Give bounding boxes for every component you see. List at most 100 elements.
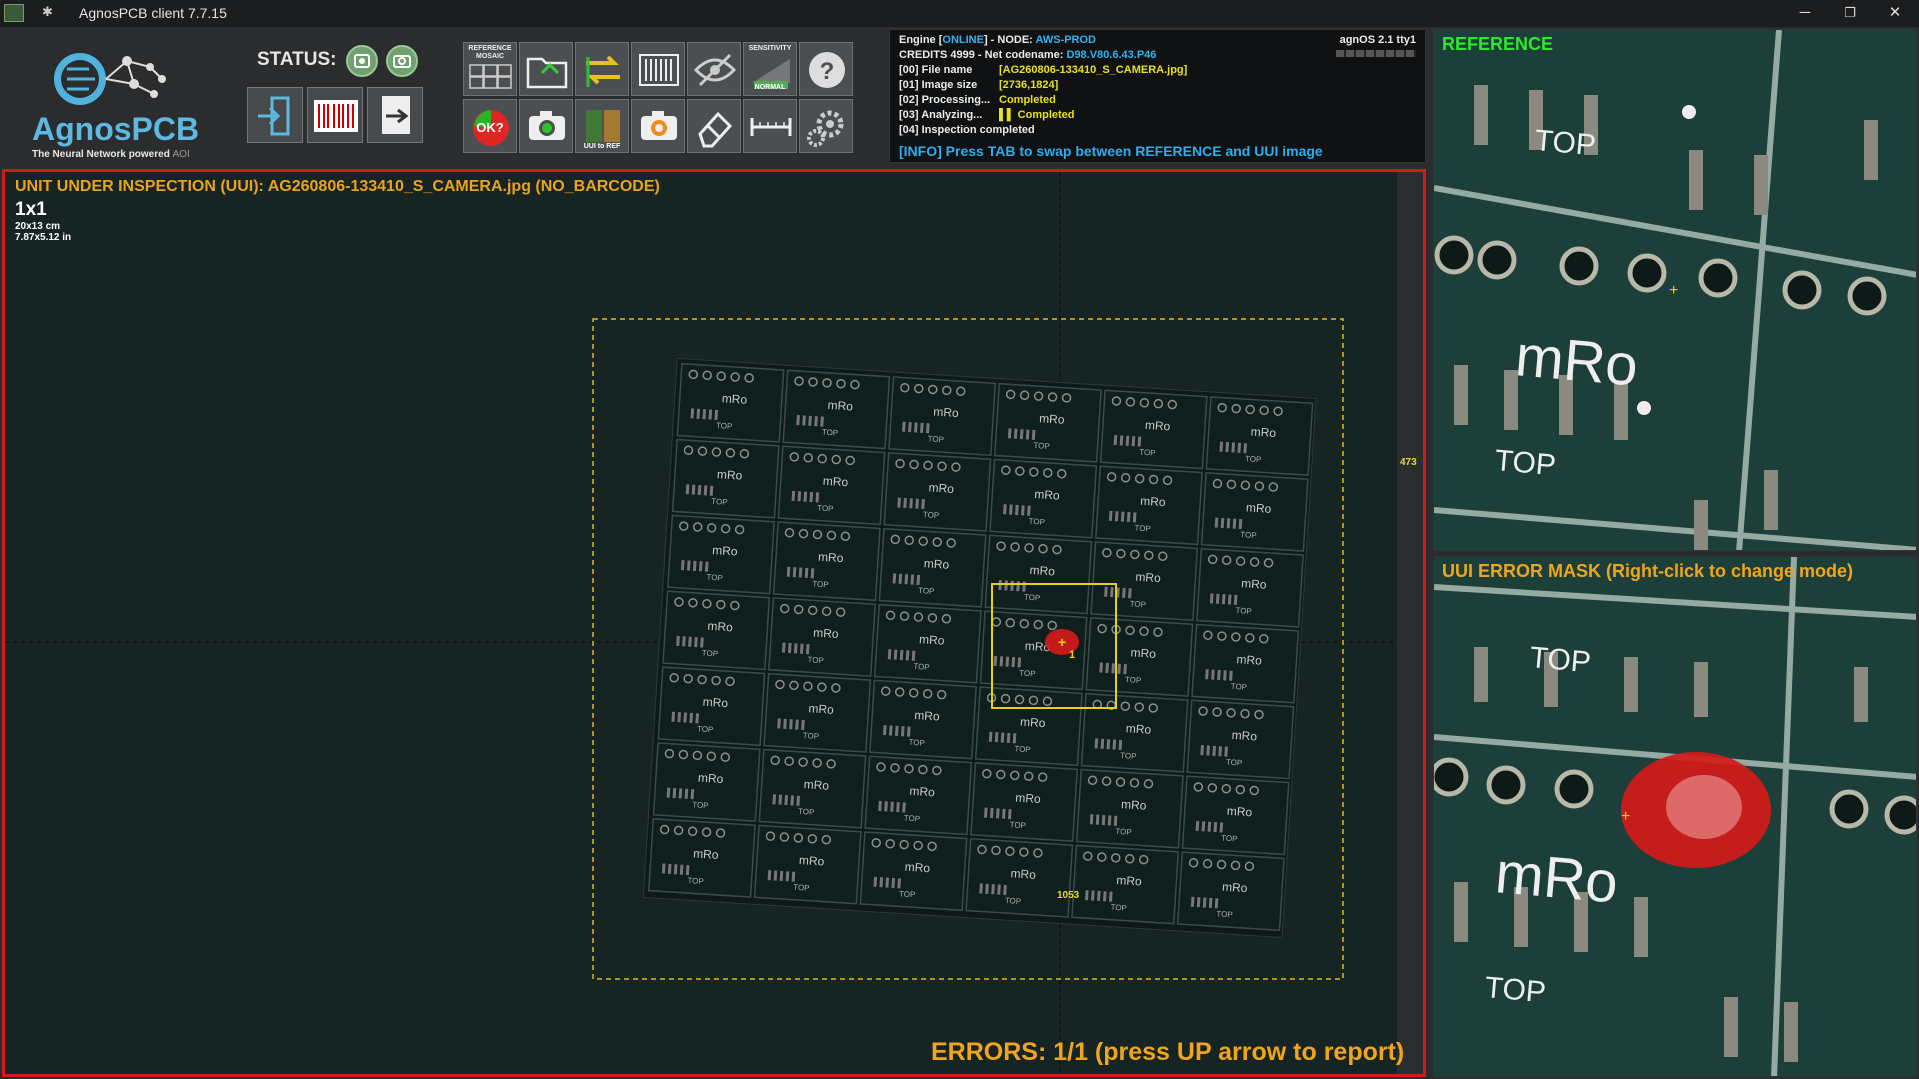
svg-text:TOP: TOP — [687, 876, 704, 886]
sensitivity-button[interactable]: SENSITIVITY NORMAL — [743, 42, 797, 96]
error-marker-icon[interactable]: + — [1058, 634, 1066, 650]
svg-text:TOP: TOP — [803, 731, 820, 741]
engine-info-panel: Engine [ONLINE] - NODE: AWS-PROD CREDITS… — [889, 29, 1426, 163]
pin-icon[interactable]: ✱ — [42, 4, 53, 20]
svg-text:TOP: TOP — [1216, 909, 1233, 919]
camera-capture-button[interactable] — [519, 99, 573, 153]
svg-text:TOP: TOP — [1125, 675, 1142, 685]
svg-text:?: ? — [820, 58, 835, 85]
close-button[interactable]: ✕ — [1873, 2, 1917, 24]
svg-text:mRo: mRo — [933, 405, 959, 421]
pcb-image[interactable]: mRo TOP mRo TOP mRo TOP mRo TOP mRo TOP mRo TOP mRo T… — [5, 172, 1399, 1074]
error-mask-panel[interactable]: TOP TOP mRo + UUI ERROR MASK (Right-clic… — [1433, 556, 1917, 1077]
svg-text:mRo: mRo — [1226, 804, 1252, 820]
svg-text:TOP: TOP — [904, 814, 921, 824]
svg-text:TOP: TOP — [899, 889, 916, 899]
errors-counter: ERRORS: 1/1 (press UP arrow to report) — [931, 1038, 1405, 1066]
file-name-line: [00] File name [AG260806-133410_S_CAMERA.… — [899, 64, 1188, 76]
document-exchange-button[interactable] — [367, 87, 423, 143]
coord-y-readout: 473 — [1400, 457, 1417, 468]
measure-button[interactable] — [743, 99, 797, 153]
reference-image: TOP TOP mRo + — [1434, 30, 1916, 550]
svg-text:mRo: mRo — [1116, 873, 1142, 889]
credits-line: CREDITS 4999 - Net codename: D98.V80.6.4… — [899, 49, 1157, 61]
svg-text:mRo: mRo — [712, 543, 738, 559]
svg-text:TOP: TOP — [1033, 441, 1050, 451]
title-bar: ✱ AgnosPCB client 7.7.15 ─ ❐ ✕ — [0, 0, 1919, 27]
svg-text:TOP: TOP — [697, 724, 714, 734]
svg-text:mRo: mRo — [1029, 563, 1055, 579]
svg-text:mRo: mRo — [1231, 728, 1257, 744]
swap-arrows-button[interactable] — [575, 42, 629, 96]
svg-text:TOP: TOP — [798, 807, 815, 817]
coord-x-readout: 1053 — [1057, 890, 1080, 901]
error-number: 1 — [1069, 649, 1075, 661]
svg-text:mRo: mRo — [1135, 570, 1161, 586]
help-button[interactable]: ? — [799, 42, 853, 96]
svg-text:TOP: TOP — [1028, 517, 1045, 527]
barcode-button[interactable] — [307, 87, 363, 143]
ref-silk-label: mRo — [1513, 323, 1641, 398]
svg-text:TOP: TOP — [1005, 896, 1022, 906]
svg-text:mRo: mRo — [799, 853, 825, 869]
app-icon — [4, 4, 24, 22]
svg-text:TOP: TOP — [1120, 751, 1137, 761]
processing-line: [02] Processing... Completed — [899, 94, 1056, 106]
reference-mosaic-button[interactable]: REFERENCE MOSAIC — [463, 42, 517, 96]
reference-panel[interactable]: TOP TOP mRo + REFERENCE — [1433, 29, 1917, 551]
svg-text:TOP: TOP — [817, 503, 834, 513]
svg-text:TOP: TOP — [1139, 448, 1156, 458]
mask-cursor-icon: + — [1621, 808, 1630, 825]
maximize-button[interactable]: ❐ — [1828, 2, 1872, 24]
svg-text:mRo: mRo — [1250, 425, 1276, 441]
svg-text:TOP: TOP — [1019, 668, 1036, 678]
window-title: AgnosPCB client 7.7.15 — [79, 5, 227, 21]
eraser-button[interactable] — [687, 99, 741, 153]
barcode-scan-button[interactable] — [631, 42, 685, 96]
sensitivity-level: NORMAL — [754, 84, 786, 91]
svg-text:mRo: mRo — [1236, 652, 1262, 668]
settings-gear-button[interactable] — [799, 99, 853, 153]
svg-text:mRo: mRo — [707, 619, 733, 635]
svg-text:TOP: TOP — [1235, 606, 1252, 616]
svg-text:TOP: TOP — [716, 421, 733, 431]
minimize-button[interactable]: ─ — [1783, 2, 1827, 24]
ref-top-label: TOP — [1533, 124, 1597, 162]
svg-text:TOP: TOP — [908, 738, 925, 748]
vertical-scrollbar[interactable] — [1397, 172, 1423, 1074]
open-folder-button[interactable] — [519, 42, 573, 96]
svg-text:TOP: TOP — [812, 579, 829, 589]
svg-text:TOP: TOP — [793, 883, 810, 893]
svg-text:TOP: TOP — [1226, 758, 1243, 768]
brand-tagline: The Neural Network powered AOI — [32, 149, 190, 160]
analyzing-line: [03] Analyzing... ▌▌ Completed — [899, 109, 1075, 121]
camera-settings-button[interactable] — [631, 99, 685, 153]
progress-bars — [1336, 50, 1416, 57]
svg-text:TOP: TOP — [1245, 454, 1262, 464]
svg-text:mRo: mRo — [1020, 715, 1046, 731]
svg-text:TOP: TOP — [923, 510, 940, 520]
image-size-line: [01] Image size [2736,1824] — [899, 79, 1059, 91]
logout-button[interactable] — [247, 87, 303, 143]
svg-text:TOP: TOP — [913, 662, 930, 672]
svg-text:TOP: TOP — [1014, 744, 1031, 754]
info-tip: [INFO] Press TAB to swap between REFEREN… — [899, 143, 1323, 159]
uui-to-ref-button[interactable]: UUI to REF — [575, 99, 629, 153]
engine-status: Engine [ONLINE] - NODE: AWS-PROD — [899, 34, 1096, 46]
mask-top-label-2: TOP — [1483, 971, 1547, 1009]
svg-text:mRo: mRo — [914, 708, 940, 724]
ok-label: OK? — [476, 120, 504, 135]
svg-text:TOP: TOP — [1221, 833, 1238, 843]
svg-text:TOP: TOP — [918, 586, 935, 596]
ok-check-button[interactable]: OK? — [463, 99, 517, 153]
uui-panel[interactable]: mRo TOP mRo TOP mRo TOP mRo TOP mRo TOP mRo TOP mRo T… — [2, 169, 1426, 1077]
svg-text:TOP: TOP — [1110, 903, 1127, 913]
svg-text:mRo: mRo — [698, 771, 724, 787]
svg-text:mRo: mRo — [1125, 721, 1151, 737]
svg-text:mRo: mRo — [1246, 500, 1272, 516]
board-dimensions: 1x1 20x13 cm 7.87x5.12 in — [15, 199, 72, 243]
svg-text:TOP: TOP — [711, 497, 728, 507]
svg-text:mRo: mRo — [928, 480, 954, 496]
svg-text:TOP: TOP — [1230, 682, 1247, 692]
hide-eye-icon-button[interactable] — [687, 42, 741, 96]
